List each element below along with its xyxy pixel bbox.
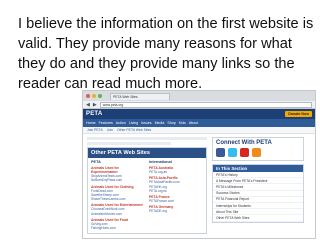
browser-toolbar: ◀ ▶ www.peta.org xyxy=(83,101,315,109)
close-window-icon[interactable] xyxy=(86,94,90,98)
rss-icon[interactable] xyxy=(252,148,261,157)
text-line xyxy=(87,142,171,145)
main-column: Other PETA Web Sites PETA Animals Used f… xyxy=(87,137,207,234)
site-link[interactable]: PETADE.org xyxy=(149,209,203,213)
site-header: PETA Donate Now xyxy=(83,109,315,119)
other-sites-panel: Other PETA Web Sites PETA Animals Used f… xyxy=(87,147,207,234)
sidebar: Connect With PETA In This Section PETA's… xyxy=(212,137,304,234)
panel-title: Other PETA Web Sites xyxy=(88,148,206,158)
site-nav: Home Features Action Living Issues Media… xyxy=(83,119,315,127)
site-link[interactable]: PETA.org.au xyxy=(149,170,203,174)
forward-arrow-icon[interactable]: ▶ xyxy=(93,102,97,108)
maximize-window-icon[interactable] xyxy=(98,94,102,98)
browser-titlebar: PETA Web Sites xyxy=(83,91,315,101)
panel-body: PETA Animals Used for Experimentation St… xyxy=(88,158,206,233)
section-menu-title: In This Section xyxy=(213,165,303,172)
nav-item-about[interactable]: About xyxy=(189,121,198,125)
social-icons xyxy=(213,147,303,160)
nav-item-home[interactable]: Home xyxy=(86,121,96,125)
site-link[interactable]: FishingHurts.com xyxy=(91,226,145,230)
page-content: Other PETA Web Sites PETA Animals Used f… xyxy=(83,134,315,237)
site-logo[interactable]: PETA xyxy=(86,111,102,117)
nav-item-shop[interactable]: Shop xyxy=(167,121,175,125)
group-heading: Animals Used for Experimentation xyxy=(91,166,119,174)
embedded-screenshot: PETA Web Sites ◀ ▶ www.peta.org PETA Don… xyxy=(82,90,316,239)
site-link[interactable]: ShaveTheseLambs.com xyxy=(91,197,145,201)
back-arrow-icon[interactable]: ◀ xyxy=(86,102,90,108)
connect-title: Connect With PETA xyxy=(216,140,272,146)
breadcrumb-item[interactable]: Other PETA Web Sites xyxy=(117,128,151,132)
column-heading: PETA xyxy=(91,160,101,164)
breadcrumb-item[interactable]: Join PETA xyxy=(87,128,103,132)
browser-tab[interactable]: PETA Web Sites xyxy=(110,92,170,100)
youtube-icon[interactable] xyxy=(240,148,249,157)
text-line xyxy=(87,137,207,140)
nav-item-action[interactable]: Action xyxy=(116,121,126,125)
nav-item-kids[interactable]: Kids xyxy=(179,121,186,125)
site-link[interactable]: PETAFrance.com xyxy=(149,199,203,203)
nav-item-features[interactable]: Features xyxy=(99,121,113,125)
peta-column: PETA Animals Used for Experimentation St… xyxy=(91,160,145,231)
caption-text: I believe the information on the first w… xyxy=(18,16,314,92)
breadcrumb-item[interactable]: Join xyxy=(107,128,113,132)
nav-item-living[interactable]: Living xyxy=(129,121,138,125)
address-bar[interactable]: www.peta.org xyxy=(99,101,312,108)
site-link[interactable]: PETA.org.tw xyxy=(149,189,203,193)
section-menu-item[interactable]: Other PETA Web Sites xyxy=(213,215,303,222)
twitter-icon[interactable] xyxy=(228,148,237,157)
section-menu: In This Section PETA's History A Message… xyxy=(212,164,304,223)
breadcrumb: Join PETA Join Other PETA Web Sites xyxy=(83,127,315,134)
column-heading: International xyxy=(149,160,172,164)
nav-item-issues[interactable]: Issues xyxy=(141,121,151,125)
site-link[interactable]: NoBrainDryPaws.com xyxy=(91,178,145,182)
facebook-icon[interactable] xyxy=(216,148,225,157)
international-column: International PETA Australia PETA.org.au… xyxy=(149,160,203,231)
donate-button[interactable]: Donate Now xyxy=(285,111,312,117)
connect-box: Connect With PETA xyxy=(212,137,304,161)
site-link[interactable]: AnimalsInMovies.com xyxy=(91,212,145,216)
nav-item-media[interactable]: Media xyxy=(155,121,165,125)
minimize-window-icon[interactable] xyxy=(92,94,96,98)
